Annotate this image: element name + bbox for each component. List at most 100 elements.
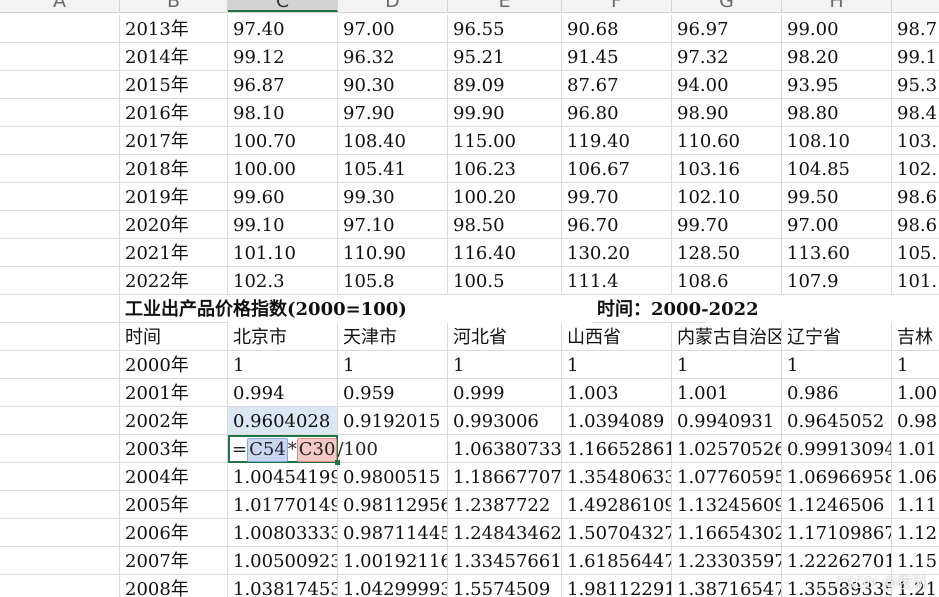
value-cell[interactable]: 116.40 bbox=[448, 239, 562, 267]
year-cell[interactable]: 2020年 bbox=[120, 211, 228, 239]
row-a-empty-cell[interactable] bbox=[0, 379, 120, 407]
value-cell[interactable]: 95.21 bbox=[448, 43, 562, 71]
value-cell[interactable]: 108.6 bbox=[672, 267, 782, 295]
value-cell[interactable]: 99.50 bbox=[782, 183, 892, 211]
value-cell[interactable]: 100.70 bbox=[228, 127, 338, 155]
value-cell[interactable]: 1.03817453 bbox=[228, 575, 338, 597]
year-cell[interactable]: 2007年 bbox=[120, 547, 228, 575]
value-cell[interactable]: 1.01 bbox=[892, 435, 939, 463]
value-cell[interactable]: 98.7 bbox=[892, 15, 939, 43]
row-a-empty-cell[interactable] bbox=[0, 239, 120, 267]
header-cell-region[interactable]: 天津市 bbox=[338, 323, 448, 351]
value-cell[interactable]: 1.23303597 bbox=[672, 547, 782, 575]
value-cell[interactable]: 1.17109867 bbox=[782, 519, 892, 547]
value-cell[interactable]: 1.15 bbox=[892, 547, 939, 575]
year-cell[interactable]: 2019年 bbox=[120, 183, 228, 211]
selected-reference-cell[interactable]: 0.9604028 bbox=[228, 407, 338, 435]
value-cell[interactable]: 1 bbox=[228, 351, 338, 379]
value-cell[interactable]: 1.00 bbox=[892, 379, 939, 407]
value-cell[interactable]: 97.10 bbox=[338, 211, 448, 239]
value-cell[interactable]: 0.98711445 bbox=[338, 519, 448, 547]
value-cell[interactable]: 0.993006 bbox=[448, 407, 562, 435]
header-cell-region[interactable]: 北京市 bbox=[228, 323, 338, 351]
value-cell[interactable]: 100.20 bbox=[448, 183, 562, 211]
year-cell[interactable]: 2017年 bbox=[120, 127, 228, 155]
value-cell[interactable]: 101.10 bbox=[228, 239, 338, 267]
value-cell[interactable]: 93.95 bbox=[782, 71, 892, 99]
value-cell[interactable]: 97.00 bbox=[338, 15, 448, 43]
row-a-empty-cell[interactable] bbox=[0, 491, 120, 519]
year-cell[interactable]: 2004年 bbox=[120, 463, 228, 491]
value-cell[interactable]: 0.9940931 bbox=[672, 407, 782, 435]
value-cell[interactable]: 110.90 bbox=[338, 239, 448, 267]
section-time-label[interactable]: 时间：2000-2022 bbox=[592, 295, 759, 323]
value-cell[interactable]: 99.70 bbox=[562, 183, 672, 211]
value-cell[interactable]: 1.003 bbox=[562, 379, 672, 407]
value-cell[interactable]: 1 bbox=[782, 351, 892, 379]
header-cell-region[interactable]: 吉林 bbox=[892, 323, 939, 351]
value-cell[interactable]: 1.2387722 bbox=[448, 491, 562, 519]
year-cell[interactable]: 2001年 bbox=[120, 379, 228, 407]
value-cell[interactable]: 1.33457661 bbox=[448, 547, 562, 575]
year-cell[interactable]: 2008年 bbox=[120, 575, 228, 597]
value-cell[interactable]: 96.32 bbox=[338, 43, 448, 71]
value-cell[interactable]: 89.09 bbox=[448, 71, 562, 99]
value-cell[interactable]: 99.60 bbox=[228, 183, 338, 211]
value-cell[interactable]: 1.16654302 bbox=[672, 519, 782, 547]
value-cell[interactable]: 110.60 bbox=[672, 127, 782, 155]
row-a-empty-cell[interactable] bbox=[0, 407, 120, 435]
value-cell[interactable]: 90.30 bbox=[338, 71, 448, 99]
header-cell-region[interactable]: 河北省 bbox=[448, 323, 562, 351]
value-cell[interactable]: 98.80 bbox=[782, 99, 892, 127]
header-cell-time[interactable]: 时间 bbox=[120, 323, 228, 351]
value-cell[interactable]: 1.38716547 bbox=[672, 575, 782, 597]
value-cell[interactable]: 99.90 bbox=[448, 99, 562, 127]
year-cell[interactable]: 2015年 bbox=[120, 71, 228, 99]
value-cell[interactable]: 105.8 bbox=[338, 267, 448, 295]
value-cell[interactable]: 105.41 bbox=[338, 155, 448, 183]
value-cell[interactable]: 98.6 bbox=[892, 211, 939, 239]
value-cell[interactable]: 1 bbox=[448, 351, 562, 379]
value-cell[interactable]: 98.10 bbox=[228, 99, 338, 127]
value-cell[interactable]: 87.67 bbox=[562, 71, 672, 99]
value-cell[interactable]: 1.01770149 bbox=[228, 491, 338, 519]
value-cell[interactable]: 98.4 bbox=[892, 99, 939, 127]
row-a-empty-cell[interactable] bbox=[0, 99, 120, 127]
value-cell[interactable]: 0.986 bbox=[782, 379, 892, 407]
value-cell[interactable]: 103. bbox=[892, 127, 939, 155]
value-cell[interactable]: 96.80 bbox=[562, 99, 672, 127]
value-cell[interactable]: 102.3 bbox=[228, 267, 338, 295]
value-cell[interactable]: 96.87 bbox=[228, 71, 338, 99]
value-cell[interactable]: 1.00454199 bbox=[228, 463, 338, 491]
value-cell[interactable]: 113.60 bbox=[782, 239, 892, 267]
value-cell[interactable]: 95.3 bbox=[892, 71, 939, 99]
value-cell[interactable]: 99.12 bbox=[228, 43, 338, 71]
row-a-empty-cell[interactable] bbox=[0, 267, 120, 295]
year-cell[interactable]: 2016年 bbox=[120, 99, 228, 127]
value-cell[interactable]: 98.20 bbox=[782, 43, 892, 71]
value-cell[interactable]: 1.18667707 bbox=[448, 463, 562, 491]
value-cell[interactable]: 1.06966958 bbox=[782, 463, 892, 491]
value-cell[interactable]: 1.07760595 bbox=[672, 463, 782, 491]
spreadsheet-grid[interactable]: ABCDEFGH 2013年 97.40 97.00 96.55 90.68 96.97 9… bbox=[0, 0, 939, 597]
value-cell[interactable]: 0.9192015 bbox=[338, 407, 448, 435]
value-cell[interactable]: 1 bbox=[892, 351, 939, 379]
value-cell[interactable]: 94.00 bbox=[672, 71, 782, 99]
header-cell-region[interactable]: 山西省 bbox=[562, 323, 672, 351]
row-a-empty-cell[interactable] bbox=[0, 323, 120, 351]
row-a-empty-cell[interactable] bbox=[0, 295, 120, 323]
value-cell[interactable]: 99.30 bbox=[338, 183, 448, 211]
value-cell[interactable]: 128.50 bbox=[672, 239, 782, 267]
value-cell[interactable]: 96.70 bbox=[562, 211, 672, 239]
header-cell-region[interactable]: 内蒙古自治区 bbox=[672, 323, 782, 351]
value-cell[interactable]: 91.45 bbox=[562, 43, 672, 71]
value-cell[interactable]: 0.98 bbox=[892, 407, 939, 435]
value-cell[interactable]: 1.00500923 bbox=[228, 547, 338, 575]
value-cell[interactable]: 98.90 bbox=[672, 99, 782, 127]
value-cell[interactable]: 106.23 bbox=[448, 155, 562, 183]
value-cell[interactable]: 1.1246506 bbox=[782, 491, 892, 519]
value-cell[interactable]: 0.959 bbox=[338, 379, 448, 407]
value-cell[interactable]: 99.10 bbox=[228, 211, 338, 239]
year-cell[interactable]: 2018年 bbox=[120, 155, 228, 183]
value-cell[interactable]: 105. bbox=[892, 239, 939, 267]
